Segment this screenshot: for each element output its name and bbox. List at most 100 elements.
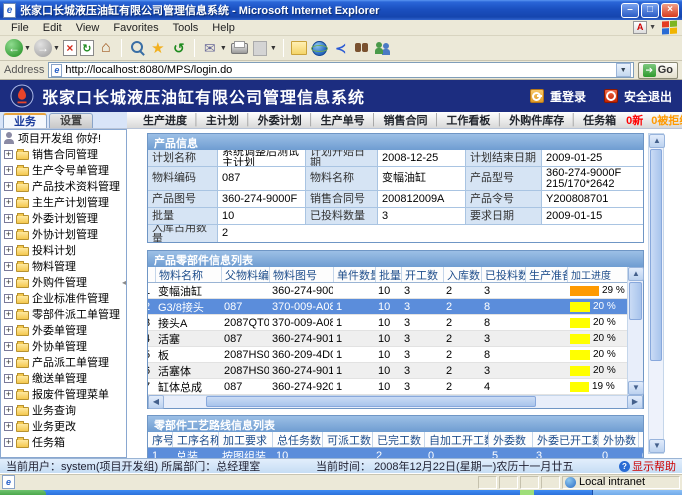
sidebar-item[interactable]: 产品技术资料管理 <box>1 178 126 194</box>
header-cell[interactable]: 自加工开工数 <box>424 432 488 447</box>
menu-edit[interactable]: Edit <box>36 22 69 34</box>
menu-favorites[interactable]: Favorites <box>106 22 165 34</box>
sidebar-item[interactable]: 零部件派工单管理 <box>1 306 126 322</box>
edit-icon[interactable] <box>251 39 269 57</box>
expand-icon[interactable] <box>4 358 13 367</box>
nav-item-7[interactable]: 任务箱 <box>583 112 616 128</box>
expand-icon[interactable] <box>4 166 13 175</box>
expand-icon[interactable] <box>4 150 13 159</box>
nav-item-0[interactable]: 生产进度 <box>143 112 187 128</box>
header-cell[interactable]: 外委数 <box>488 432 532 447</box>
sidebar-item[interactable]: 生产令号单管理 <box>1 162 126 178</box>
contacts-icon[interactable] <box>374 39 392 57</box>
header-cell[interactable]: 可派工数 <box>322 432 372 447</box>
expand-icon[interactable] <box>4 406 13 415</box>
sidebar-item[interactable]: 企业标准件管理 <box>1 290 126 306</box>
go-button[interactable]: ➔ Go <box>638 62 678 79</box>
header-cell[interactable]: 入库数 <box>443 267 481 282</box>
chevron-down-icon[interactable]: ▼ <box>270 45 277 52</box>
header-cell[interactable]: 总任务数 <box>272 432 322 447</box>
chevron-down-icon[interactable]: ▼ <box>220 45 227 52</box>
sidebar-item[interactable]: 外协单管理 <box>1 338 126 354</box>
address-dropdown-icon[interactable]: ▼ <box>616 63 631 77</box>
expand-icon[interactable] <box>4 246 13 255</box>
sidebar-item[interactable]: 产品派工单管理 <box>1 354 126 370</box>
vscroll-thumb[interactable] <box>629 282 642 320</box>
parts-table-row[interactable]: 4活塞087360-274-9010F11032320 % <box>148 331 627 347</box>
parts-table-row[interactable]: 2G3/8接头087370-009-A084011032820 % <box>148 299 627 315</box>
hscroll-thumb[interactable] <box>206 396 536 407</box>
nav-item-6[interactable]: 外购件库存 <box>509 112 564 128</box>
close-button[interactable]: × <box>661 3 679 18</box>
header-cell[interactable]: 外协数 <box>598 432 638 447</box>
refresh-icon[interactable] <box>80 40 94 56</box>
chevron-down-icon[interactable]: ▼ <box>24 45 31 52</box>
maximize-button[interactable]: □ <box>641 3 659 18</box>
sidebar-item[interactable]: 缴送单管理 <box>1 370 126 386</box>
parts-table-row[interactable]: 3接头A2087QT002370-009-A085011032820 % <box>148 315 627 331</box>
header-cell[interactable]: 序号 <box>148 432 172 447</box>
menu-view[interactable]: View <box>69 22 107 34</box>
header-cell[interactable]: 物料名称 <box>155 267 221 282</box>
scroll-down-icon[interactable]: ▼ <box>649 439 665 453</box>
scroll-up-icon[interactable]: ▲ <box>628 267 644 281</box>
sidebar-item[interactable]: 外委单管理 <box>1 322 126 338</box>
menu-tools[interactable]: Tools <box>166 22 206 34</box>
menu-help[interactable]: Help <box>205 22 242 34</box>
header-cell[interactable]: 父物料编码 <box>221 267 269 282</box>
scroll-up-icon[interactable]: ▲ <box>649 134 665 148</box>
header-cell[interactable]: 加工要求 <box>218 432 272 447</box>
forward-icon[interactable] <box>34 39 52 57</box>
parts-table-row[interactable]: 7缸体总成087360-274-9200F11032419 % <box>148 379 627 395</box>
header-cell[interactable]: 物料图号 <box>269 267 333 282</box>
expand-icon[interactable] <box>4 422 13 431</box>
research-icon[interactable] <box>353 39 371 57</box>
sidebar-item[interactable]: 物料管理 <box>1 258 126 274</box>
mail-icon[interactable] <box>201 39 219 57</box>
expand-icon[interactable] <box>4 182 13 191</box>
sidebar-item[interactable]: 业务更改 <box>1 418 126 434</box>
expand-icon[interactable] <box>4 278 13 287</box>
discuss-icon[interactable] <box>290 39 308 57</box>
expand-icon[interactable] <box>4 230 13 239</box>
expand-icon[interactable] <box>4 310 13 319</box>
header-cell[interactable]: 开工数 <box>401 267 443 282</box>
favorites-icon[interactable] <box>149 39 167 57</box>
header-cell[interactable]: 外协 <box>638 432 643 447</box>
sidebar-item[interactable]: 外购件管理 <box>1 274 126 290</box>
address-input[interactable]: e http://localhost:8080/MPS/login.do ▼ <box>48 62 633 78</box>
expand-icon[interactable] <box>4 390 13 399</box>
messenger-icon[interactable] <box>332 39 350 57</box>
nav-item-1[interactable]: 主计划 <box>206 112 239 128</box>
sidebar-item[interactable]: 投料计划 <box>1 242 126 258</box>
history-icon[interactable] <box>170 39 188 57</box>
scroll-left-icon[interactable]: ◀ <box>148 395 164 409</box>
back-icon[interactable] <box>5 39 23 57</box>
sidebar-item[interactable]: 外协计划管理 <box>1 226 126 242</box>
sidebar-item[interactable]: 外委计划管理 <box>1 210 126 226</box>
taskbar-item[interactable] <box>520 490 534 495</box>
stop-icon[interactable] <box>63 40 77 56</box>
nav-item-3[interactable]: 生产单号 <box>321 112 365 128</box>
badge-rejected-tasks[interactable]: 0被拒绝 <box>651 112 682 128</box>
chevron-down-icon[interactable]: ▼ <box>649 24 656 31</box>
header-cell[interactable]: 工序名称 <box>172 432 218 447</box>
sidebar-collapse-icon[interactable]: ◂ <box>122 278 126 287</box>
header-cell[interactable]: 单件数量 <box>333 267 375 282</box>
tab-settings[interactable]: 设置 <box>49 113 93 128</box>
badge-new-tasks[interactable]: 0新 <box>626 112 643 128</box>
sidebar-item[interactable]: 业务查询 <box>1 402 126 418</box>
header-cell[interactable]: 生产准备 <box>525 267 567 282</box>
header-cell[interactable]: 加工进度 <box>567 267 627 282</box>
expand-icon[interactable] <box>4 438 13 447</box>
vscroll-thumb[interactable] <box>650 149 662 361</box>
content-vscrollbar[interactable]: ▲ ▼ <box>648 133 664 454</box>
show-help-link[interactable]: ? 显示帮助 <box>619 458 676 473</box>
search-icon[interactable] <box>128 39 146 57</box>
start-button[interactable] <box>0 490 46 495</box>
tree-user-item[interactable]: 项目开发组 你好! <box>1 130 126 146</box>
header-cell[interactable]: 已完工数 <box>372 432 424 447</box>
expand-icon[interactable] <box>4 326 13 335</box>
expand-icon[interactable] <box>4 374 13 383</box>
sidebar-item[interactable]: 主生产计划管理 <box>1 194 126 210</box>
